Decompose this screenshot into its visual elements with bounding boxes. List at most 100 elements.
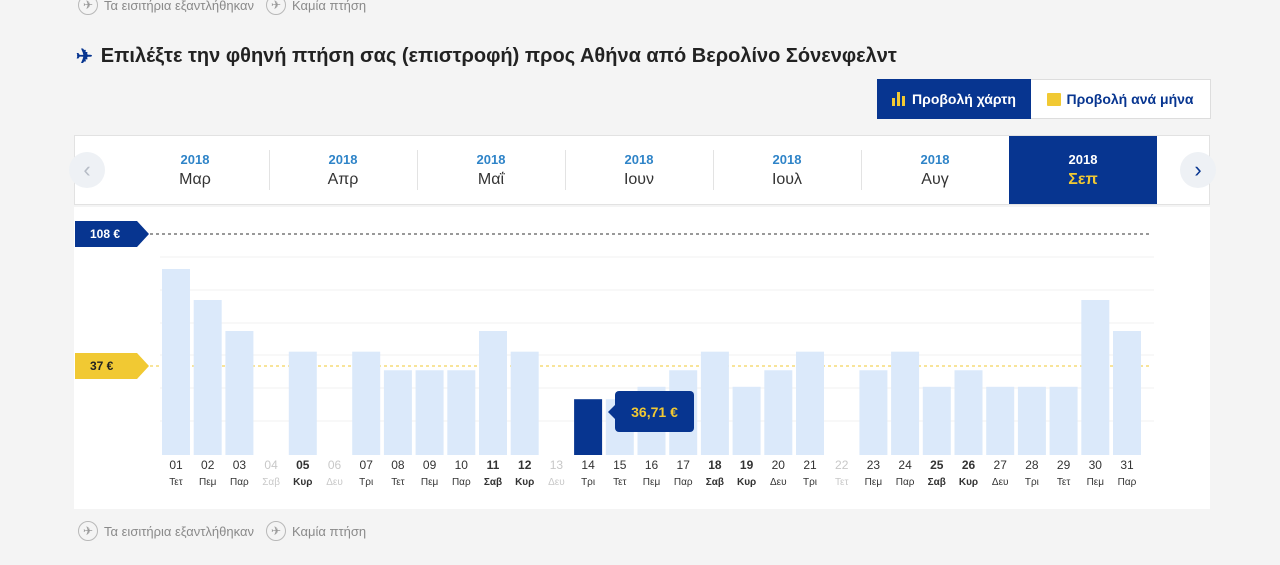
price-bar[interactable] [162, 269, 190, 455]
month-view-button[interactable]: Προβολή ανά μήνα [1031, 79, 1211, 119]
chart-view-button[interactable]: Προβολή χάρτη [877, 79, 1031, 119]
prev-month-button[interactable]: ‹ [69, 152, 105, 188]
price-bar[interactable] [415, 370, 444, 455]
month-tab-7[interactable]: 2018 Σεπ [1009, 136, 1157, 204]
selected-price-label: 36,71 € [631, 403, 678, 420]
price-bar[interactable] [288, 351, 317, 455]
weekday-label: Πεμ [643, 477, 661, 488]
weekday-label: Πεμ [865, 477, 883, 488]
price-bar[interactable] [510, 351, 539, 455]
day-number-label: 01 [169, 458, 183, 472]
weekday-label: Κυρ [515, 477, 534, 488]
sold-out-icon: ✈ [78, 0, 98, 15]
weekday-label: Πεμ [421, 477, 439, 488]
weekday-label: Κυρ [293, 477, 312, 488]
weekday-label: Παρ [230, 477, 249, 488]
weekday-label: Σαβ [928, 477, 946, 488]
month-tab-2[interactable]: 2018 Απρ [269, 136, 417, 204]
price-bar[interactable] [859, 370, 888, 455]
legend-no-flight: ✈ Καμία πτήση [265, 521, 367, 541]
day-number-label: 10 [455, 458, 469, 472]
month-year: 2018 [624, 151, 654, 167]
day-number-label: 08 [391, 458, 405, 472]
price-bar[interactable] [954, 370, 983, 455]
price-chart-svg: 01 Τετ 02 Πεμ 03 Παρ 04 Σαβ 05 Κυρ 06 Δευ 07 Τρι 08 Τετ… [150, 233, 1154, 488]
price-bar[interactable] [447, 370, 476, 455]
price-bar[interactable] [225, 331, 254, 455]
month-tab-5[interactable]: 2018 Ιουλ [713, 136, 861, 204]
next-month-button[interactable]: › [1180, 152, 1216, 188]
view-toggle: Προβολή χάρτη Προβολή ανά μήνα [877, 79, 1211, 119]
price-bar[interactable] [1081, 300, 1110, 455]
weekday-label: Τρι [803, 477, 817, 488]
price-bar[interactable] [891, 351, 920, 455]
day-number-label: 02 [201, 458, 215, 472]
weekday-label: Δευ [992, 477, 1009, 488]
price-bar[interactable] [986, 386, 1015, 455]
month-year: 2018 [1068, 151, 1098, 167]
month-tab-3[interactable]: 2018 Μαΐ [417, 136, 565, 204]
day-number-label: 06 [328, 458, 342, 472]
price-bar[interactable] [732, 386, 761, 455]
price-bar[interactable] [1049, 386, 1078, 455]
day-number-label: 03 [233, 458, 247, 472]
weekday-label: Σαβ [484, 477, 502, 488]
weekday-label: Τετ [1057, 477, 1070, 488]
calendar-icon [1047, 92, 1062, 106]
day-number-label: 24 [898, 458, 912, 472]
month-name: Αυγ [921, 170, 949, 188]
weekday-label: Παρ [1118, 477, 1137, 488]
day-number-label: 20 [772, 458, 786, 472]
day-number-label: 04 [264, 458, 278, 472]
price-bar[interactable] [383, 370, 412, 455]
day-number-label: 25 [930, 458, 944, 472]
day-number-label: 14 [581, 458, 595, 472]
price-bar[interactable] [764, 370, 793, 455]
day-number-label: 22 [835, 458, 849, 472]
month-tab-6[interactable]: 2018 Αυγ [861, 136, 1009, 204]
price-bar[interactable] [922, 386, 951, 455]
day-number-label: 15 [613, 458, 627, 472]
price-bar[interactable] [1113, 331, 1141, 455]
weekday-label: Σαβ [262, 477, 280, 488]
day-number-label: 05 [296, 458, 310, 472]
no-flight-icon: ✈ [265, 0, 286, 15]
month-year: 2018 [328, 151, 358, 167]
price-bar[interactable] [352, 351, 381, 455]
weekday-label: Τετ [391, 477, 404, 488]
month-name: Απρ [327, 170, 359, 188]
price-bar[interactable] [479, 331, 507, 455]
page-title: ✈ Επιλέξτε την φθηνή πτήση σας (επιστροφ… [76, 44, 897, 69]
sold-out-icon: ✈ [78, 521, 98, 541]
page-title-text: Επιλέξτε την φθηνή πτήση σας (επιστροφή)… [100, 45, 897, 67]
price-bar[interactable] [700, 351, 729, 455]
month-tab-4[interactable]: 2018 Ιουν [565, 136, 713, 204]
price-bar[interactable] [796, 351, 824, 455]
day-number-label: 17 [677, 458, 691, 472]
day-number-label: 27 [994, 458, 1008, 472]
weekday-label: Τρι [581, 477, 595, 488]
weekday-label: Τετ [169, 477, 182, 488]
bar-chart-icon [892, 92, 907, 106]
max-price-tag: 108 € [75, 221, 149, 247]
month-tab-1[interactable]: 2018 Μαρ [121, 136, 269, 204]
weekday-label: Πεμ [1087, 477, 1105, 488]
price-bar-selected[interactable] [574, 399, 603, 455]
price-bar[interactable] [1017, 386, 1046, 455]
day-number-label: 19 [740, 458, 754, 472]
day-number-label: 11 [487, 458, 500, 472]
avg-price-tag: 37 € [75, 353, 149, 379]
month-name: Σεπ [1068, 170, 1098, 188]
weekday-label: Τρι [1025, 477, 1039, 488]
price-bar[interactable] [193, 300, 222, 455]
max-price-label: 108 € [90, 227, 121, 241]
weekday-label: Παρ [452, 477, 471, 488]
month-view-label: Προβολή ανά μήνα [1066, 91, 1194, 107]
legend-bottom: ✈ Τα εισιτήρια εξαντλήθηκαν ✈ Καμία πτήσ… [78, 521, 378, 541]
chevron-left-icon: ‹ [83, 157, 91, 182]
legend-no-flight-label: Καμία πτήση [291, 523, 367, 539]
plane-icon: ✈ [76, 46, 93, 68]
no-flight-icon: ✈ [265, 521, 286, 541]
legend-no-flight: ✈ Καμία πτήση [265, 0, 366, 15]
weekday-label: Κυρ [959, 477, 978, 488]
